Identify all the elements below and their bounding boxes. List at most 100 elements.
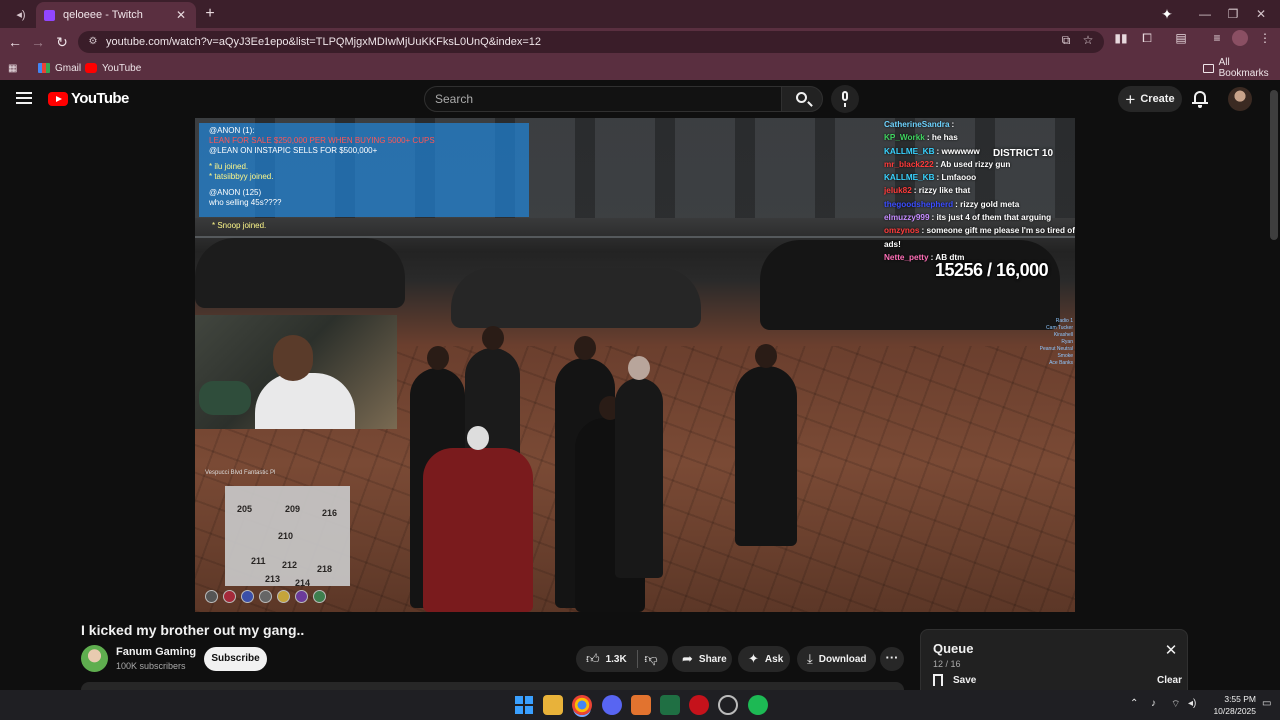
media-control-icon[interactable]: ≡	[1208, 30, 1226, 46]
extension-icon[interactable]: ▮▮	[1112, 30, 1130, 46]
bookmark-star-icon[interactable]: ☆	[1080, 32, 1096, 48]
voice-search-button[interactable]	[831, 85, 859, 113]
share-button[interactable]: ➦ Share	[672, 646, 732, 672]
tray-overflow-icon[interactable]: ⌃	[1130, 698, 1138, 709]
chat-message: mr_black222: Ab used rizzy gun	[884, 159, 1011, 169]
extensions-puzzle-icon[interactable]: ⧠	[1138, 30, 1156, 46]
video-title: I kicked my brother out my gang..	[81, 622, 305, 638]
notifications-icon[interactable]	[1192, 90, 1208, 108]
map-label: 216	[322, 508, 338, 518]
bookmark-gmail[interactable]: Gmail	[38, 61, 81, 75]
channel-avatar[interactable]	[81, 645, 108, 672]
file-explorer-icon[interactable]	[543, 695, 563, 715]
channel-name[interactable]: Fanum Gaming	[116, 646, 196, 658]
stamina-icon	[241, 590, 254, 603]
side-panel-icon[interactable]: ▤	[1172, 30, 1190, 46]
download-icon: ⤓	[807, 651, 813, 666]
map-label: 209	[285, 504, 301, 514]
minimize-button[interactable]: —	[1194, 4, 1216, 24]
description-box[interactable]	[81, 682, 904, 690]
subscriber-count: 100K subscribers	[116, 661, 186, 671]
radio-list: Radio 1 Cam Tucker Kirashell Ryan Peanut…	[1039, 318, 1073, 366]
create-button[interactable]: + Create	[1118, 86, 1182, 112]
windows-icon[interactable]	[514, 695, 534, 715]
queue-title: Queue	[933, 641, 974, 656]
gemini-icon[interactable]: ✦	[1156, 4, 1178, 24]
browser-tab[interactable]: qeloeee - Twitch ✕	[36, 2, 196, 28]
forward-button[interactable]: →	[28, 32, 48, 52]
app-orange-icon[interactable]	[631, 695, 651, 715]
youtube-music-icon[interactable]	[689, 695, 709, 715]
spotify-icon[interactable]	[748, 695, 768, 715]
save-label: Save	[953, 674, 977, 686]
close-tab-icon[interactable]: ✕	[174, 8, 188, 22]
close-queue-icon[interactable]: ✕	[1164, 643, 1178, 658]
microphone-icon	[842, 91, 848, 101]
clear-queue-button[interactable]: Clear	[1157, 675, 1182, 686]
menu-icon[interactable]	[16, 92, 32, 104]
address-bar[interactable]: ⚙ youtube.com/watch?v=aQyJ3Ee1epo&list=T…	[78, 31, 1104, 53]
all-bookmarks-label: All Bookmarks	[1218, 57, 1269, 79]
game-character	[615, 356, 663, 578]
chrome-icon[interactable]	[572, 695, 592, 715]
search-button[interactable]	[781, 86, 823, 112]
system-clock[interactable]: 3:55 PM 10/28/2025	[1206, 693, 1256, 717]
chrome-menu-icon[interactable]: ⋮	[1256, 30, 1274, 46]
chat-message: CatherineSandra:	[884, 120, 955, 129]
chat-message: jeluk82: rizzy like that	[884, 186, 971, 196]
discord-icon[interactable]	[602, 695, 622, 715]
url-text: youtube.com/watch?v=aQyJ3Ee1epo&list=TLP…	[106, 36, 542, 48]
queue-panel: Queue 12 / 16 ✕ Save Clear	[920, 629, 1188, 691]
minimap-location: Vespucci Blvd Fantastic Pl	[205, 470, 276, 476]
health-icon	[205, 590, 218, 603]
gmail-icon	[38, 63, 50, 73]
back-button[interactable]: ←	[5, 32, 25, 52]
wifi-icon[interactable]: ⌔	[1171, 698, 1180, 711]
youtube-header: YouTube Search + Create	[0, 80, 1280, 118]
subscribe-button[interactable]: Subscribe	[204, 647, 267, 671]
bookmark-label: Gmail	[55, 62, 82, 74]
microphone-tray-icon[interactable]: ♪	[1151, 698, 1156, 709]
search-input[interactable]: Search	[424, 86, 782, 112]
new-tab-button[interactable]: +	[200, 4, 220, 24]
district-label: DISTRICT 10	[993, 148, 1054, 159]
thumbs-down-icon: 👎︎	[644, 651, 658, 666]
overlay-chat-line: LEAN FOR SALE $250,000 PER WHEN BUYING 5…	[209, 136, 435, 145]
profile-icon[interactable]	[1232, 30, 1248, 46]
speaker-icon[interactable]: ◂)	[12, 6, 30, 22]
chat-message: KP_Workk: he has	[884, 133, 958, 143]
page-scrollbar[interactable]	[1270, 90, 1278, 240]
save-queue-button[interactable]: Save	[933, 674, 976, 686]
ask-button[interactable]: ✦ Ask	[738, 646, 790, 672]
chat-message: elmuzzy999: its just 4 of them that argu…	[884, 213, 1052, 223]
close-window-button[interactable]: ✕	[1250, 4, 1272, 24]
goal-counter: 15256 / 16,000	[935, 260, 1049, 280]
excel-icon[interactable]	[660, 695, 680, 715]
youtube-logo[interactable]: YouTube	[48, 90, 129, 107]
site-info-icon[interactable]: ⚙	[86, 35, 100, 49]
all-bookmarks[interactable]: All Bookmarks	[1203, 57, 1280, 79]
install-app-icon[interactable]: ⧉	[1058, 32, 1074, 48]
stress-icon	[295, 590, 308, 603]
restore-button[interactable]: ❐	[1222, 4, 1244, 24]
more-actions-button[interactable]: ···	[880, 647, 904, 671]
game-car	[195, 238, 405, 308]
chat-message: omzynos: someone gift me please I'm so t…	[884, 226, 1075, 249]
sparkle-icon: ✦	[748, 651, 759, 666]
download-button[interactable]: ⤓ Download	[797, 646, 876, 672]
apps-grid-icon[interactable]: ▦	[8, 61, 17, 75]
hunger-icon	[277, 590, 290, 603]
browser-toolbar: ← → ↻ ⚙ youtube.com/watch?v=aQyJ3Ee1epo&…	[0, 28, 1280, 56]
queue-count: 12 / 16	[933, 659, 961, 669]
video-player[interactable]: @ANON (1): LEAN FOR SALE $250,000 PER WH…	[195, 118, 1075, 612]
clock-time: 3:55 PM	[1224, 694, 1256, 704]
bookmark-youtube[interactable]: YouTube	[85, 61, 141, 75]
dislike-button[interactable]: 👎︎	[636, 646, 666, 672]
account-avatar[interactable]	[1228, 87, 1252, 111]
download-label: Download	[818, 653, 867, 665]
reload-button[interactable]: ↻	[52, 32, 72, 52]
folder-icon	[1203, 63, 1214, 73]
app-clock-icon[interactable]	[718, 695, 738, 715]
volume-icon[interactable]: ◂)	[1188, 698, 1196, 709]
notification-center-icon[interactable]: ▭	[1262, 698, 1271, 709]
